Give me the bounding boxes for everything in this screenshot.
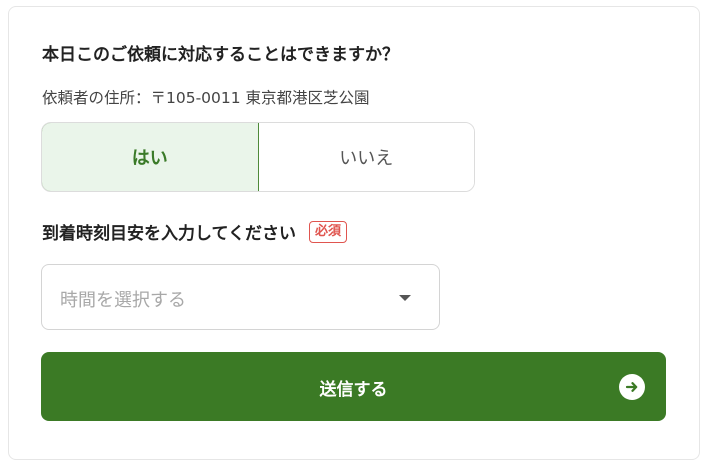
submit-button-label: 送信する [319, 380, 388, 400]
arrival-time-label-text: 到着時刻目安を入力してください [42, 224, 296, 244]
required-badge: 必須 [308, 220, 347, 243]
arrival-time-label: 到着時刻目安を入力してください 必須 [42, 219, 347, 244]
availability-toggle: はい いいえ [41, 122, 475, 192]
caret-down-icon [399, 295, 411, 301]
submit-button[interactable]: 送信する [41, 352, 666, 421]
question-heading: 本日このご依頼に対応することはできますか？ [42, 45, 399, 65]
arrival-time-select[interactable]: 時間を選択する [41, 264, 440, 330]
no-option-button[interactable]: いいえ [258, 123, 474, 191]
arrow-right-circle-icon [619, 374, 645, 400]
yes-option-button[interactable]: はい [42, 123, 259, 191]
requester-address: 依頼者の住所：〒105-0011 東京都港区芝公園 [42, 89, 370, 107]
arrival-time-placeholder: 時間を選択する [60, 290, 186, 311]
